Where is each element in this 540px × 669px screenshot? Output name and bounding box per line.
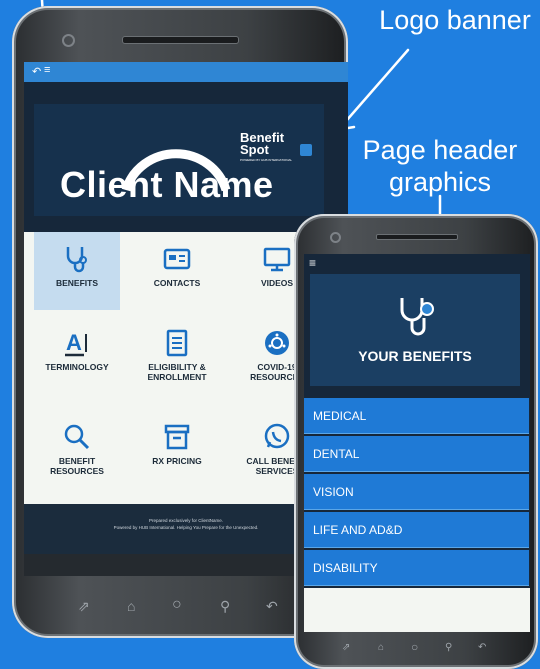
menu-item-vision[interactable]: VISION <box>304 474 529 510</box>
right-screen: ≡ YOUR BENEFITS MEDICAL DENTAL VISION LI… <box>304 254 530 632</box>
share-nav-icon[interactable]: ⇗ <box>78 598 90 615</box>
tile-terminology[interactable]: A TERMINOLOGY <box>34 316 120 394</box>
stethoscope-icon <box>400 298 434 336</box>
tile-label: BENEFIT RESOURCES <box>50 456 104 476</box>
share-nav-icon[interactable]: ⇗ <box>342 642 350 653</box>
circle-nav-icon[interactable]: ○ <box>411 640 418 654</box>
magnifier-icon <box>64 424 90 450</box>
back-nav-icon[interactable]: ↶ <box>478 642 486 653</box>
back-nav-icon[interactable]: ↶ <box>266 598 278 615</box>
stethoscope-icon <box>66 247 87 273</box>
right-phone: ≡ YOUR BENEFITS MEDICAL DENTAL VISION LI… <box>294 214 538 669</box>
tile-contacts[interactable]: CONTACTS <box>134 232 220 310</box>
back-arrow-icon[interactable]: ↶ <box>32 65 41 78</box>
contact-card-icon <box>163 248 191 270</box>
tile-label: ELIGIBILITY & ENROLLMENT <box>147 362 207 382</box>
empty-content-area <box>304 588 530 632</box>
menu-item-life-add[interactable]: LIFE AND AD&D <box>304 512 529 548</box>
archive-box-icon <box>164 424 190 450</box>
app-top-bar: ↶ ≡ <box>24 62 348 82</box>
search-nav-icon[interactable]: ⚲ <box>445 642 452 653</box>
tile-eligibility-enrollment[interactable]: ELIGIBILITY & ENROLLMENT <box>134 316 220 394</box>
tile-rx-pricing[interactable]: RX PRICING <box>134 410 220 488</box>
menu-item-disability[interactable]: DISABILITY <box>304 550 529 586</box>
menu-icon[interactable]: ≡ <box>44 64 50 76</box>
brand-name: Benefit Spot POWERED BY HUB INTERNATIONA… <box>240 131 293 163</box>
virus-icon <box>265 331 289 355</box>
front-camera <box>62 34 75 47</box>
brand-line-2: Spot <box>240 142 269 157</box>
page-header-title: YOUR BENEFITS <box>358 348 472 364</box>
home-nav-icon[interactable]: ⌂ <box>378 642 384 653</box>
search-nav-icon[interactable]: ⚲ <box>220 598 230 615</box>
brand-badge-icon <box>300 144 312 156</box>
tile-label: RX PRICING <box>152 456 202 466</box>
menu-item-dental[interactable]: DENTAL <box>304 436 529 472</box>
menu-item-medical[interactable]: MEDICAL <box>304 398 529 434</box>
phone-chat-icon <box>264 423 290 449</box>
tile-label: BENEFITS <box>55 278 99 288</box>
speaker-slot <box>122 36 239 44</box>
menu-icon[interactable]: ≡ <box>309 256 316 270</box>
tile-benefits[interactable]: BENEFITS <box>34 232 120 310</box>
front-camera <box>330 232 341 243</box>
tile-benefit-resources[interactable]: BENEFIT RESOURCES <box>34 410 120 488</box>
page-header-graphic: YOUR BENEFITS <box>310 274 520 386</box>
circle-nav-icon[interactable]: ○ <box>172 596 182 614</box>
client-name: Client Name <box>60 164 274 205</box>
svg-text:A: A <box>66 330 82 355</box>
brand-tagline: POWERED BY HUB INTERNATIONAL <box>240 158 293 162</box>
tile-label: TERMINOLOGY <box>45 362 109 372</box>
logo-banner: Client Name Benefit Spot POWERED BY HUB … <box>34 104 324 216</box>
monitor-icon <box>263 247 291 272</box>
text-cursor-icon: A <box>65 330 87 357</box>
tile-label: CONTACTS <box>153 278 201 288</box>
home-nav-icon[interactable]: ⌂ <box>127 598 135 614</box>
speaker-slot <box>376 234 458 240</box>
checklist-icon <box>166 329 188 357</box>
